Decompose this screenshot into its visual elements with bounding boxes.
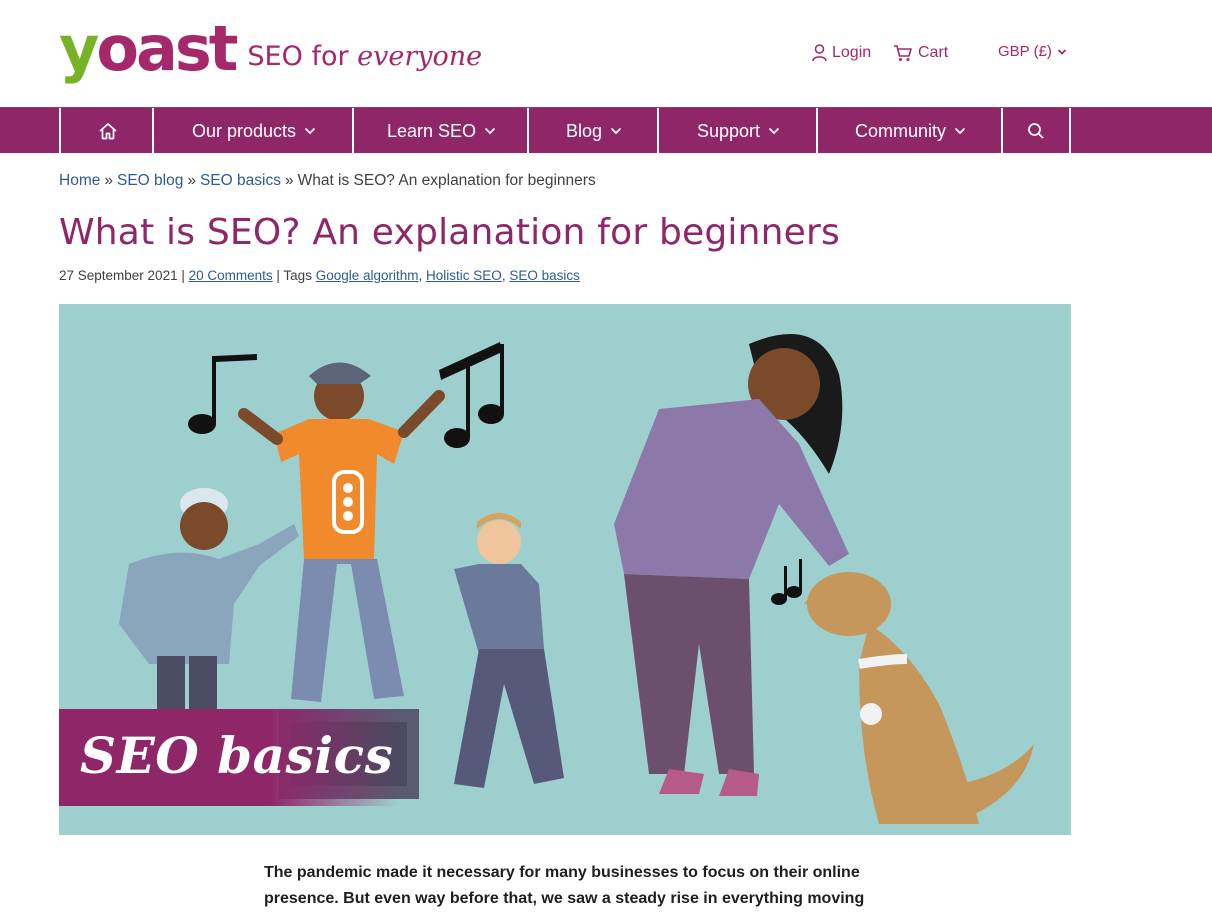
currency-label: GBP (£) [998, 43, 1052, 60]
breadcrumb-home[interactable]: Home [59, 172, 100, 189]
breadcrumb-separator: » [284, 172, 294, 189]
currency-select[interactable]: GBP (£) [998, 43, 1067, 60]
cart-link[interactable]: Cart [893, 44, 948, 62]
breadcrumb-separator: » [104, 172, 113, 189]
nav-blog[interactable]: Blog [527, 108, 659, 154]
breadcrumb-seo-blog[interactable]: SEO blog [117, 172, 183, 189]
hero-image: SEO basics [59, 304, 1071, 835]
chevron-down-icon [484, 127, 496, 135]
nav-search-button[interactable] [1001, 108, 1071, 154]
nav-community[interactable]: Community [816, 108, 1003, 154]
home-icon [98, 123, 117, 140]
yoast-logo[interactable]: yoast SEO for everyone [59, 14, 482, 84]
chevron-down-icon [610, 127, 622, 135]
article-intro: The pandemic made it necessary for many … [264, 864, 865, 907]
nav-label: Learn SEO [386, 120, 477, 141]
nav-learn-seo[interactable]: Learn SEO [352, 108, 529, 154]
tag-link-google-algorithm[interactable]: Google algorithm [316, 268, 419, 283]
breadcrumb-separator: » [187, 172, 196, 189]
nav-label: Community [854, 120, 947, 141]
nav-home[interactable] [59, 108, 154, 154]
search-icon [1028, 123, 1044, 139]
chevron-down-icon [954, 127, 966, 135]
tag-link-seo-basics[interactable]: SEO basics [509, 268, 580, 283]
user-icon [812, 44, 827, 62]
breadcrumb-current: What is SEO? An explanation for beginner… [297, 172, 596, 189]
main-nav: Our products Learn SEO Blog Support Comm… [0, 107, 1212, 154]
cart-label: Cart [918, 44, 949, 61]
tag-link-holistic-seo[interactable]: Holistic SEO [426, 268, 502, 283]
post-date: 27 September 2021 [59, 268, 178, 283]
logo-wordmark: yoast [59, 12, 238, 85]
chevron-down-icon [768, 127, 780, 135]
breadcrumb: Home» SEO blog» SEO basics» What is SEO? An… [59, 172, 596, 190]
chevron-down-icon [304, 127, 316, 135]
cart-icon [894, 45, 912, 61]
page-title: What is SEO? An explanation for beginner… [59, 212, 840, 253]
site-header: yoast SEO for everyone Login Cart GBP (£… [0, 0, 1212, 107]
nav-label: Our products [191, 120, 297, 141]
login-link[interactable]: Login [812, 44, 871, 62]
nav-label: Blog [565, 120, 603, 141]
breadcrumb-seo-basics[interactable]: SEO basics [200, 172, 281, 189]
login-label: Login [832, 44, 872, 61]
tags-label: Tags [283, 268, 312, 283]
post-meta: 27 September 2021 | 20 Comments | Tags G… [59, 268, 580, 283]
chevron-down-icon [1057, 48, 1067, 55]
nav-support[interactable]: Support [657, 108, 818, 154]
comments-link[interactable]: 20 Comments [189, 268, 273, 283]
logo-tagline: SEO for everyone [247, 41, 483, 72]
nav-label: Support [696, 120, 761, 141]
nav-our-products[interactable]: Our products [152, 108, 354, 154]
hero-label: SEO basics [80, 726, 394, 785]
